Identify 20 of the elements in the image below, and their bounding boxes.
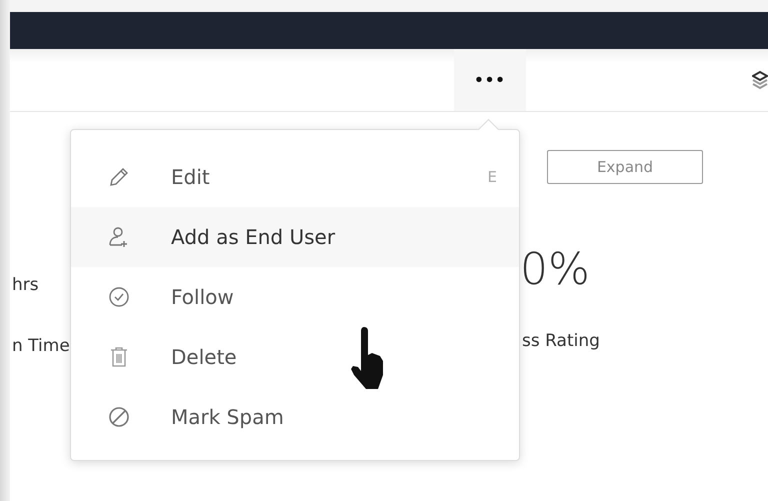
- metric-label: ss Rating: [522, 331, 600, 351]
- ban-icon: [107, 405, 131, 429]
- check-circle-icon: [107, 285, 131, 309]
- shortcut-key: E: [488, 168, 497, 186]
- menu-item-label: Edit: [171, 165, 211, 189]
- menu-item-label: Delete: [171, 345, 238, 369]
- stat-label: hrs: [12, 275, 39, 295]
- menu-item[interactable]: Delete: [71, 327, 519, 387]
- layers-icon[interactable]: [752, 70, 768, 90]
- more-button[interactable]: •••: [454, 49, 526, 111]
- hand-cursor-icon: [350, 325, 386, 391]
- menu-item[interactable]: Follow: [71, 267, 519, 327]
- menu-item-label: Follow: [171, 285, 235, 309]
- metric-value: 0%: [520, 244, 590, 295]
- menu-item-label: Mark Spam: [171, 405, 285, 429]
- menu-item-label: Add as End User: [171, 225, 336, 249]
- stat-label: n Time: [12, 336, 70, 356]
- menu-item[interactable]: Edit E: [71, 147, 519, 207]
- expand-button[interactable]: Expand: [547, 150, 703, 184]
- menu-item[interactable]: Mark Spam: [71, 387, 519, 447]
